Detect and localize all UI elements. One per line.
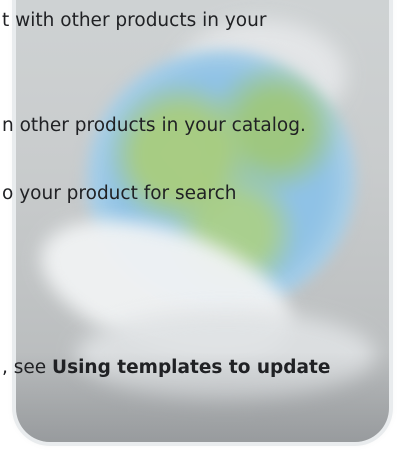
body-text-line-1: t with other products in your [2, 10, 267, 31]
body-text-prefix: , see [2, 357, 53, 378]
templates-link[interactable]: Using templates to update [52, 357, 330, 378]
body-text-line-2: n other products in your catalog. [2, 115, 306, 136]
body-text-line-3: o your product for search [2, 183, 237, 204]
body-text-line-4: , see Using templates to update [2, 356, 330, 380]
